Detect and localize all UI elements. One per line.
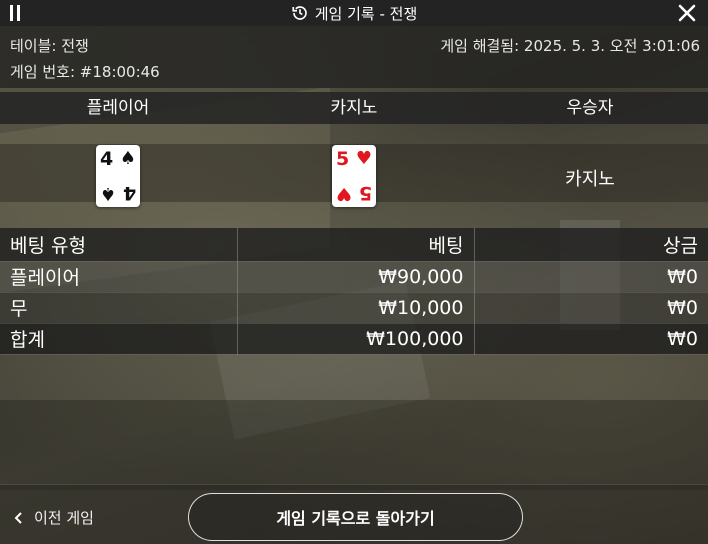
bet-amount: ₩10,000	[237, 292, 475, 324]
total-label: 합계	[0, 323, 238, 355]
bets-table: 베팅 유형 베팅 상금 플레이어 ₩90,000 ₩0 무 ₩10,000 ₩0…	[0, 228, 708, 355]
bet-type: 무	[0, 292, 238, 324]
bet-amount: ₩90,000	[237, 261, 475, 293]
spade-icon: ♠	[119, 148, 136, 169]
background-shadow	[0, 400, 708, 490]
card-rank: 4	[122, 182, 136, 204]
heart-icon: ♥	[336, 183, 353, 204]
close-icon[interactable]	[676, 2, 698, 24]
pause-icon[interactable]	[10, 5, 20, 21]
heart-icon: ♥	[355, 148, 372, 169]
game-info-panel: 테이블: 전쟁 게임 번호: #18:00:46 게임 해결됨: 2025. 5…	[0, 26, 708, 88]
total-payout: ₩0	[474, 323, 708, 355]
header-payout: 상금	[474, 228, 708, 262]
back-to-history-button[interactable]: 게임 기록으로 돌아가기	[188, 493, 523, 541]
results-row: 4 ♠ ♠ 4 5 ♥ ♥ 5 카지노	[0, 124, 708, 228]
dealer-card: 5 ♥ ♥ 5	[332, 145, 376, 207]
bet-payout: ₩0	[474, 261, 708, 293]
round-number: 게임 번호: #18:00:46	[10, 63, 160, 81]
previous-game-label: 이전 게임	[34, 509, 94, 527]
page-title: 게임 기록 - 전쟁	[314, 4, 418, 23]
results-header: 플레이어 카지노 우승자	[0, 92, 708, 124]
chevron-left-icon	[14, 511, 22, 524]
resolved-time: 게임 해결됨: 2025. 5. 3. 오전 3:01:06	[440, 37, 700, 55]
card-rank: 5	[358, 182, 372, 204]
previous-game-link[interactable]: 이전 게임	[14, 507, 94, 528]
column-casino: 카지노	[330, 98, 378, 118]
total-row: 합계 ₩100,000 ₩0	[0, 323, 708, 355]
table-row: 무 ₩10,000 ₩0	[0, 292, 708, 324]
header-bet-amount: 베팅	[237, 228, 475, 262]
column-winner: 우승자	[566, 98, 614, 118]
player-card: 4 ♠ ♠ 4	[96, 145, 140, 207]
history-icon	[292, 6, 307, 20]
bet-type: 플레이어	[0, 261, 238, 293]
card-rank: 4	[100, 148, 114, 170]
spade-icon: ♠	[100, 183, 117, 204]
footer: 이전 게임 게임 기록으로 돌아가기	[0, 484, 708, 544]
winner-value: 카지노	[565, 169, 615, 190]
bet-payout: ₩0	[474, 292, 708, 324]
total-bet: ₩100,000	[237, 323, 475, 355]
column-player: 플레이어	[86, 98, 150, 118]
table-name: 테이블: 전쟁	[10, 37, 89, 55]
header-bet-type: 베팅 유형	[0, 228, 238, 262]
bets-header-row: 베팅 유형 베팅 상금	[0, 228, 708, 262]
title-group: 게임 기록 - 전쟁	[291, 3, 418, 24]
table-row: 플레이어 ₩90,000 ₩0	[0, 261, 708, 293]
card-rank: 5	[336, 148, 350, 170]
title-bar: 게임 기록 - 전쟁	[0, 0, 708, 26]
